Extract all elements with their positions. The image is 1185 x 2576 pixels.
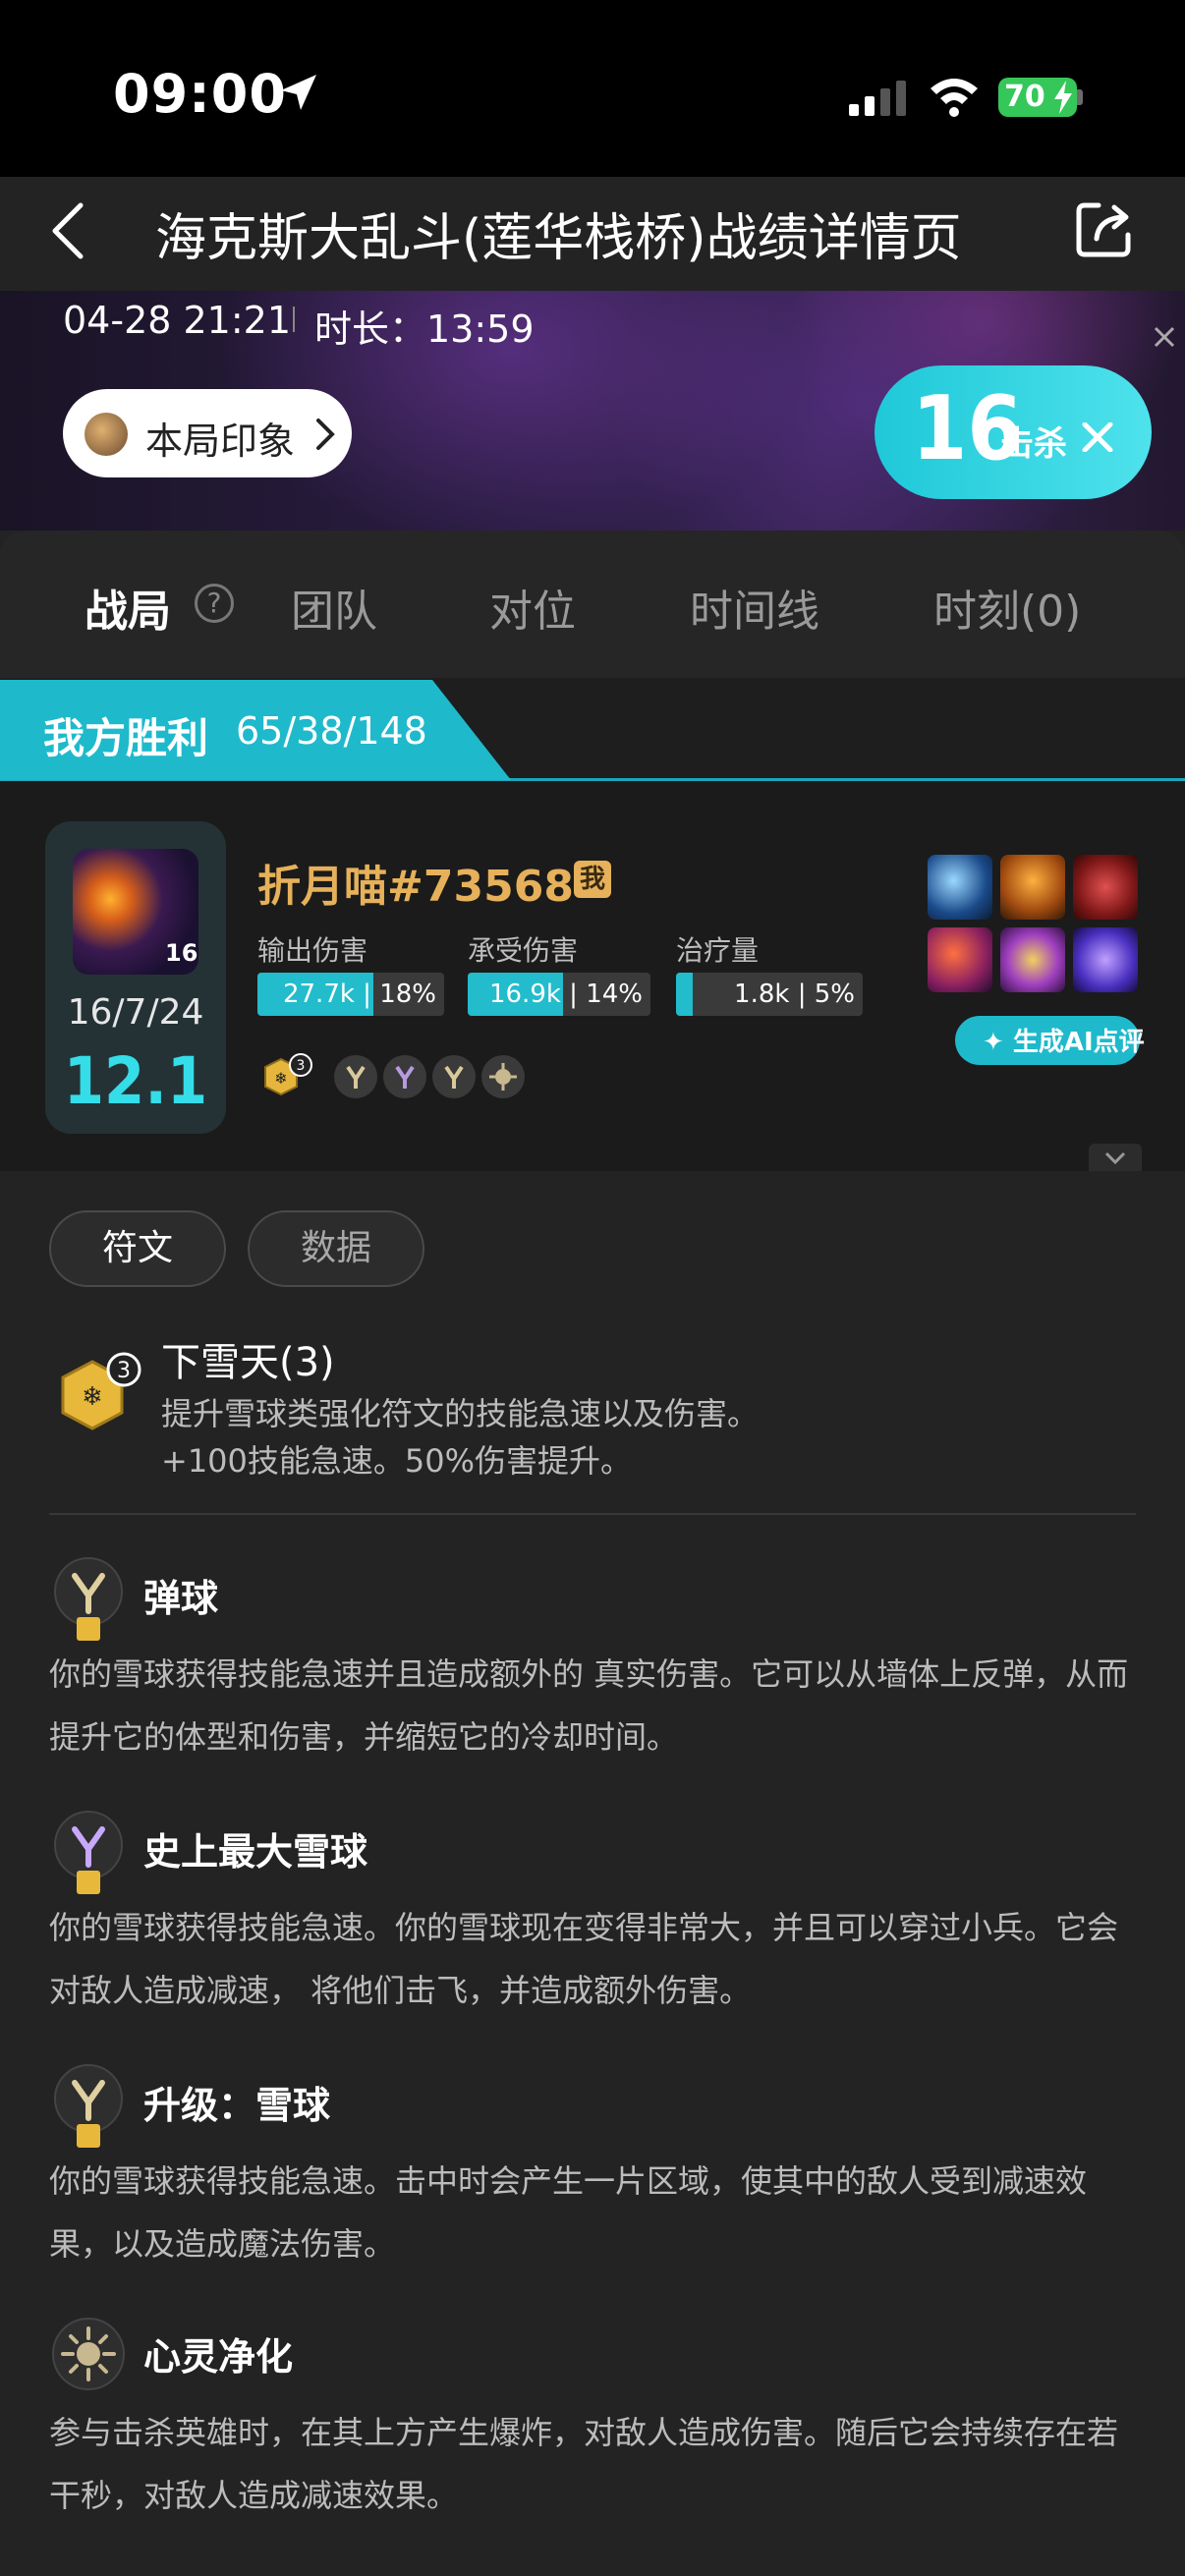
keystone-desc-line-1: 提升雪球类强化符文的技能急速以及伤害。 [161, 1395, 760, 1432]
augment-title-mind-purge: 心灵净化 [143, 2335, 294, 2379]
chevron-down-icon [1104, 1151, 1126, 1165]
snowball-upgrade-augment-icon [54, 2064, 123, 2148]
augment-snowball-upgrade-icon [432, 1055, 476, 1098]
damage-dealt-bar: 27.7k | 18% [257, 973, 444, 1016]
item-slot-3[interactable] [1073, 855, 1138, 920]
augment-title-snowball-upgrade: 升级：雪球 [143, 2084, 331, 2127]
date-divider [293, 307, 295, 332]
ai-review-text: 生成AI点评 [1012, 1028, 1145, 1057]
expand-button[interactable] [1089, 1144, 1142, 1173]
impression-avatar-icon [85, 413, 128, 456]
me-badge: 我 [574, 861, 611, 898]
close-icon[interactable] [1152, 324, 1177, 350]
chevron-right-icon [316, 419, 335, 450]
wifi-icon [931, 79, 978, 117]
team-result: 我方胜利 [43, 714, 209, 762]
tab-battle[interactable]: 战局 [85, 576, 171, 639]
augment-mind-purge-icon [481, 1055, 525, 1098]
cellular-signal-icon [849, 81, 906, 116]
keystone-count: 3 [117, 1359, 131, 1383]
item-slot-2[interactable] [1000, 855, 1065, 920]
damage-dealt-value: 27.7k | 18% [282, 980, 436, 1009]
match-duration: 时长：13:59 [314, 308, 535, 351]
damage-taken-value: 16.9k | 14% [488, 980, 643, 1009]
share-icon[interactable] [1073, 199, 1134, 260]
svg-text:❄: ❄ [274, 1069, 287, 1088]
item-slot-1[interactable] [928, 855, 992, 920]
status-time: 09:00 [113, 63, 287, 125]
location-arrow-icon [281, 75, 316, 110]
tab-moments[interactable]: 时刻(0) [933, 576, 1081, 639]
tab-matchup[interactable]: 对位 [489, 576, 576, 639]
augment-title-bounce: 弹球 [143, 1577, 219, 1620]
augment-title-biggest-snowball: 史上最大雪球 [143, 1830, 368, 1874]
item-slot-6[interactable] [1073, 927, 1138, 992]
bounce-augment-icon [54, 1557, 123, 1641]
charging-bolt-icon [1054, 81, 1072, 114]
battery-tip [1077, 89, 1083, 105]
item-slot-4[interactable] [928, 927, 992, 992]
svg-text:❄: ❄ [82, 1382, 103, 1412]
healing-value: 1.8k | 5% [734, 980, 855, 1009]
pill-data[interactable]: 数据 [248, 1210, 424, 1287]
player-kda: 16/7/24 [67, 992, 204, 1033]
tab-timeline[interactable]: 时间线 [690, 576, 819, 639]
back-arrow-icon[interactable] [49, 201, 88, 260]
healing-label: 治疗量 [676, 934, 760, 967]
item-slot-5[interactable] [1000, 927, 1065, 992]
player-name: 折月喵#73568 [257, 862, 574, 912]
damage-taken-label: 承受伤害 [468, 934, 579, 967]
augment-desc-mind-purge: 参与击杀英雄时，在其上方产生爆炸，对敌人造成伤害。随后它会持续存在若干秒，对敌人… [49, 2414, 1119, 2514]
pill-runes[interactable]: 符文 [49, 1210, 226, 1287]
match-date: 04-28 21:21 [63, 299, 292, 342]
augment-desc-bounce: 你的雪球获得技能急速并且造成额外的 真实伤害。它可以从墙体上反弹，从而提升它的体… [49, 1655, 1129, 1756]
keystone-title: 下雪天(3) [161, 1340, 335, 1385]
champion-level: 16 [165, 939, 198, 967]
player-rating: 12.1 [63, 1043, 208, 1119]
ai-review-label: ✦ 生成AI点评 [983, 1028, 1145, 1057]
damage-taken-bar: 16.9k | 14% [468, 973, 650, 1016]
section-divider [49, 1513, 1136, 1515]
augment-bounce-icon [334, 1055, 377, 1098]
keystone-count-small: 3 [297, 1058, 306, 1074]
mind-purge-augment-icon [52, 2318, 125, 2390]
damage-dealt-label: 输出伤害 [257, 934, 368, 967]
keystone-desc-line-2: +100技能急速。50%伤害提升。 [161, 1442, 633, 1480]
keystone-snowday-icon: ❄ 3 [61, 1352, 141, 1430]
biggest-snowball-augment-icon [54, 1811, 123, 1894]
page-title: 海克斯大乱斗(莲华栈桥)战绩详情页 [155, 209, 962, 268]
tab-team[interactable]: 团队 [291, 576, 377, 639]
help-icon[interactable]: ? [195, 584, 234, 623]
augment-desc-snowball-upgrade: 你的雪球获得技能急速。击中时会产生一片区域，使其中的敌人受到减速效果，以及造成魔… [49, 2162, 1088, 2263]
healing-fill [676, 973, 694, 1016]
augment-biggest-snowball-icon [383, 1055, 426, 1098]
crossed-swords-icon [1082, 422, 1113, 452]
augment-desc-biggest-snowball: 你的雪球获得技能急速。你的雪球现在变得非常大，并且可以穿过小兵。它会对敌人造成减… [49, 1909, 1119, 2009]
impression-label: 本局印象 [145, 420, 296, 463]
healing-bar: 1.8k | 5% [676, 973, 863, 1016]
kills-label: 击杀 [1000, 424, 1067, 464]
team-score: 65/38/148 [236, 709, 427, 753]
keystone-rune-icon: ❄ 3 [264, 1053, 312, 1096]
